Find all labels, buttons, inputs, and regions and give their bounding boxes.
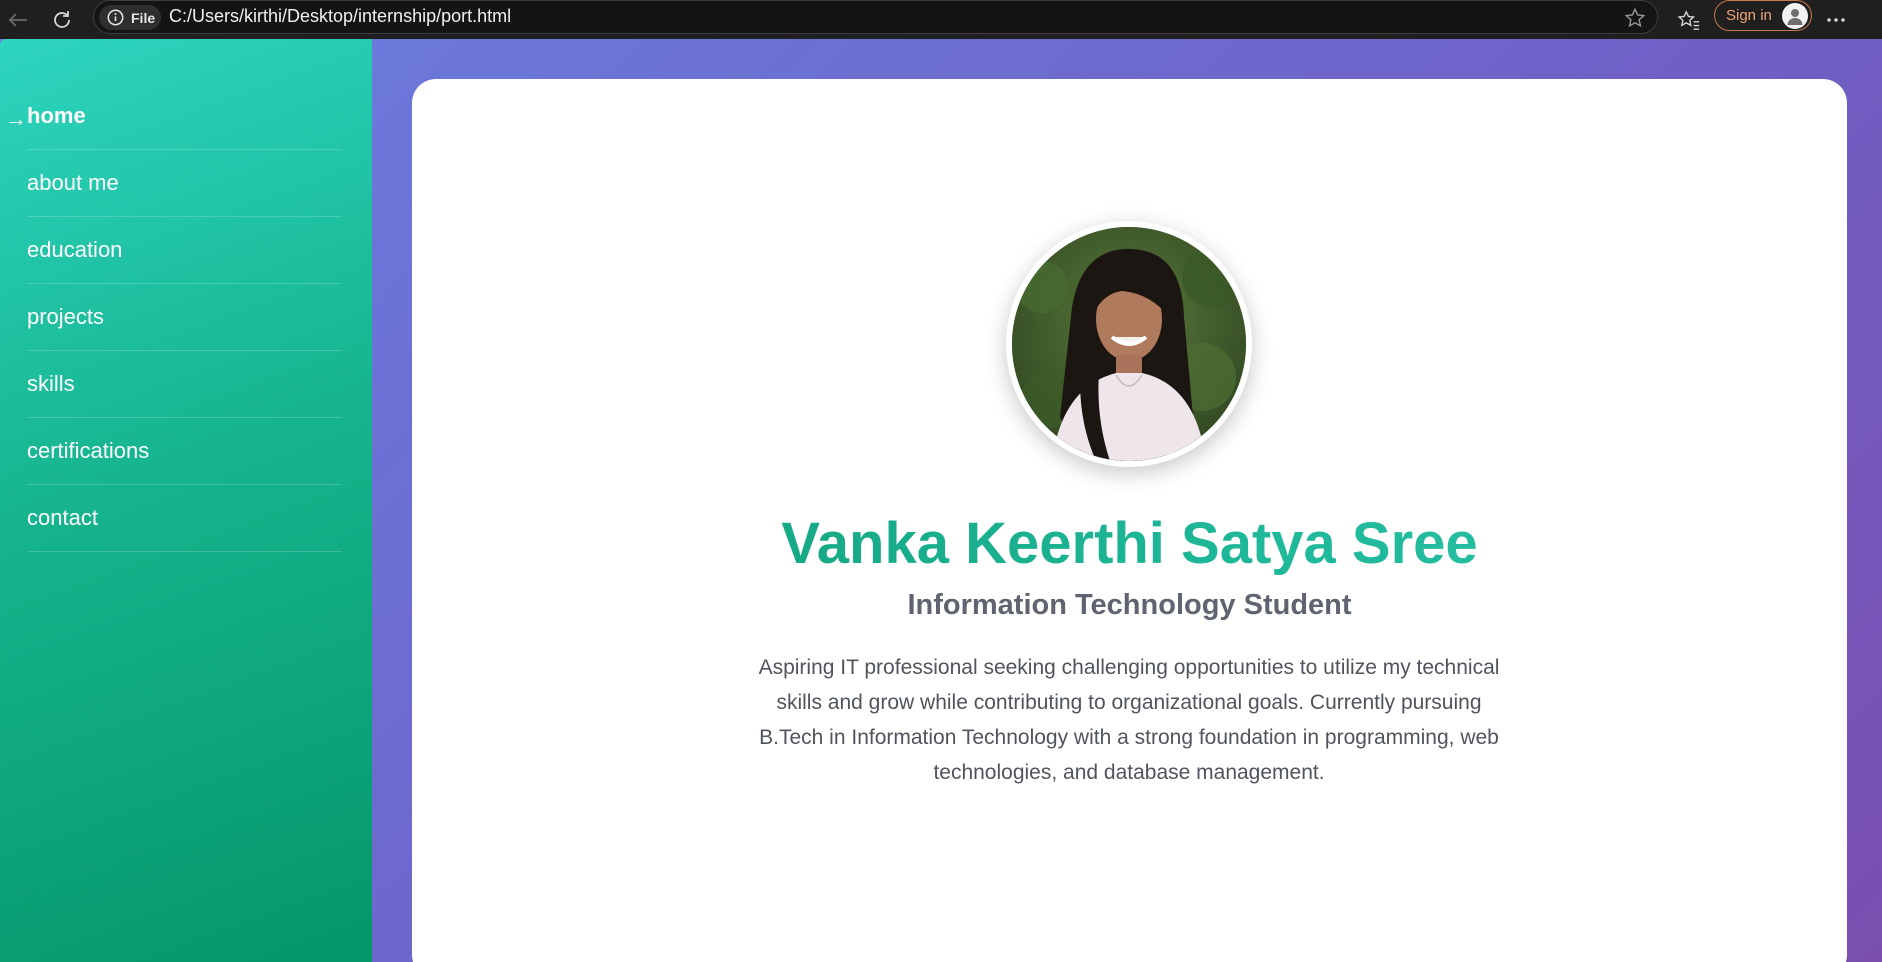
sidebar-item-label: education <box>27 237 123 262</box>
sidebar-nav: → home about me education projects skill… <box>5 83 342 552</box>
profile-icon <box>1782 3 1808 29</box>
sidebar: → home about me education projects skill… <box>0 39 372 962</box>
hero-card: Vanka Keerthi Satya Sree Information Tec… <box>412 79 1847 962</box>
sign-in-label: Sign in <box>1726 7 1772 24</box>
page-viewport: → home about me education projects skill… <box>0 39 1882 962</box>
hero-bio: Aspiring IT professional seeking challen… <box>758 656 1500 784</box>
sidebar-item-projects[interactable]: projects <box>27 284 342 351</box>
info-icon <box>107 9 124 26</box>
more-icon[interactable] <box>1818 0 1854 39</box>
sidebar-item-label: projects <box>27 304 105 329</box>
sidebar-item-label: skills <box>27 371 75 396</box>
active-arrow-icon: → <box>5 106 27 131</box>
sidebar-item-contact[interactable]: contact <box>27 485 342 552</box>
sidebar-item-label: certifications <box>27 438 150 463</box>
back-arrow-icon[interactable] <box>0 0 36 39</box>
site-info-chip[interactable]: File <box>99 5 161 30</box>
hero-name: Vanka Keerthi Satya Sree <box>412 511 1847 577</box>
sidebar-item-certifications[interactable]: certifications <box>27 418 342 485</box>
refresh-icon[interactable] <box>44 0 80 39</box>
sign-in-button[interactable]: Sign in <box>1714 0 1812 31</box>
address-bar[interactable]: File C:/Users/kirthi/Desktop/internship/… <box>93 0 1658 34</box>
sidebar-item-education[interactable]: education <box>27 217 342 284</box>
sidebar-item-about-me[interactable]: about me <box>27 150 342 217</box>
address-url[interactable]: C:/Users/kirthi/Desktop/internship/port.… <box>169 6 511 27</box>
hero-role: Information Technology Student <box>907 589 1352 621</box>
star-icon[interactable] <box>1621 4 1649 32</box>
sidebar-item-label: home <box>27 103 86 128</box>
browser-toolbar: File C:/Users/kirthi/Desktop/internship/… <box>0 0 1882 39</box>
sidebar-item-label: about me <box>27 170 119 195</box>
profile-photo <box>1006 221 1252 467</box>
sidebar-item-skills[interactable]: skills <box>27 351 342 418</box>
file-chip-label: File <box>131 9 156 26</box>
sidebar-item-home[interactable]: → home <box>5 83 342 150</box>
sidebar-item-label: contact <box>27 505 98 530</box>
favorites-icon[interactable] <box>1671 0 1707 39</box>
